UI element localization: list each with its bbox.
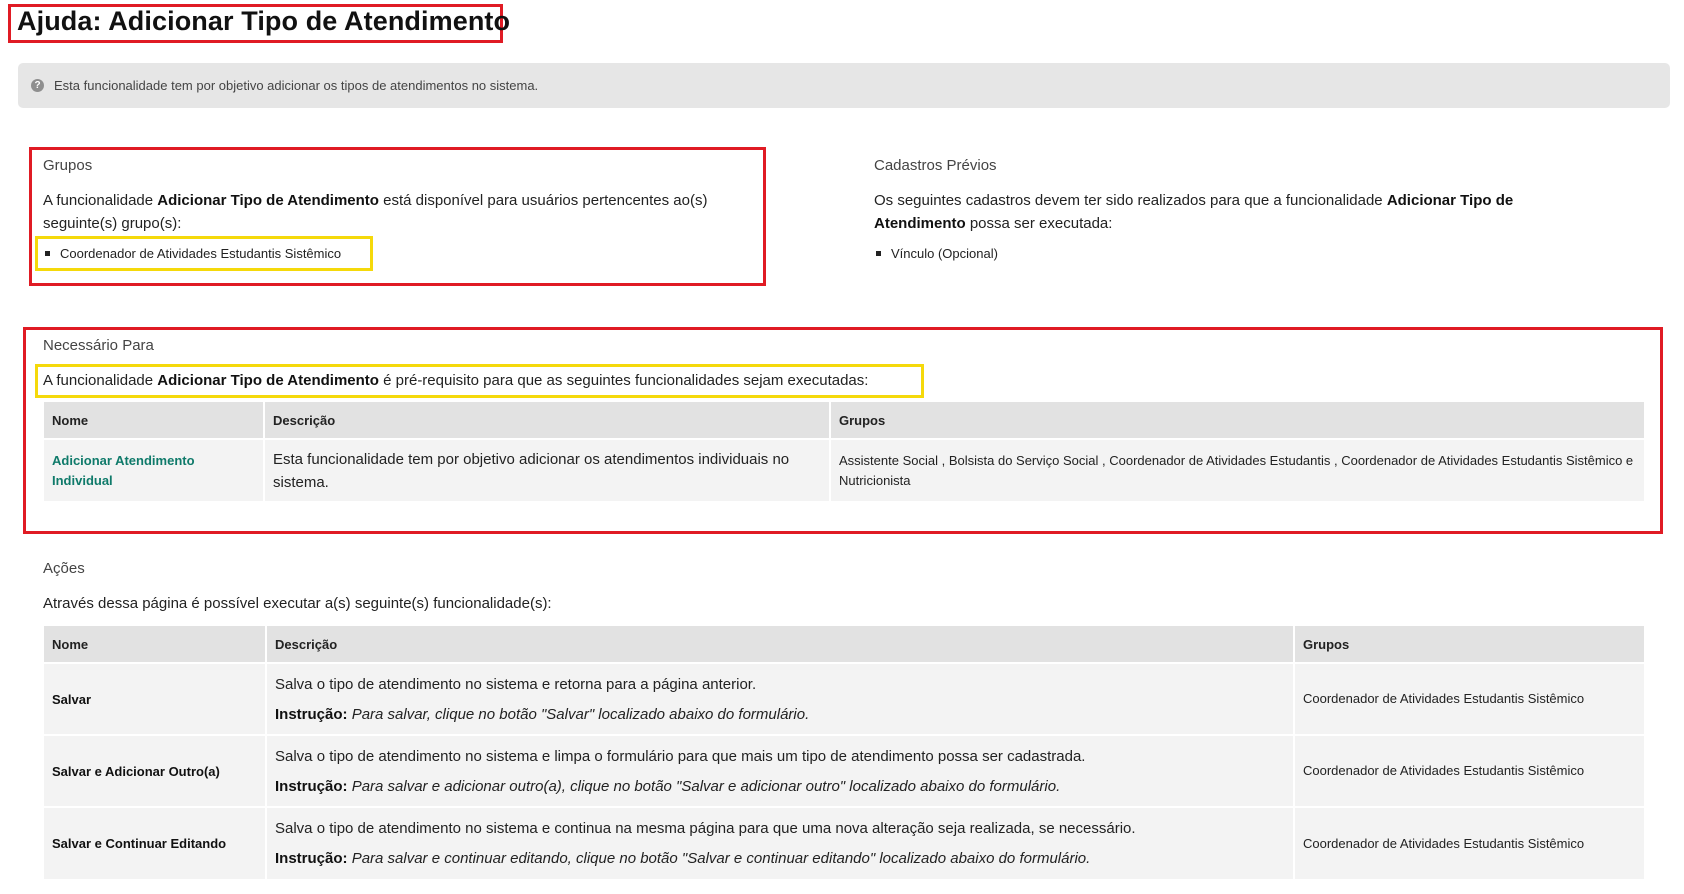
row-groups-cell: Assistente Social , Bolsista do Serviço … — [830, 438, 1644, 501]
cadastros-heading: Cadastros Prévios — [874, 157, 997, 174]
row-description-cell: Salva o tipo de atendimento no sistema e… — [266, 662, 1295, 735]
row-name-cell: Adicionar Atendimento Individual — [44, 438, 265, 501]
acoes-table: Nome Descrição Grupos Salvar Salva o tip… — [44, 626, 1644, 879]
table-header-row: Nome Descrição Grupos — [44, 402, 1644, 439]
necessario-text: A funcionalidade Adicionar Tipo de Atend… — [43, 372, 869, 389]
grupos-heading: Grupos — [43, 157, 93, 174]
cadastro-list-item: Vínculo (Opcional) — [876, 246, 998, 261]
row-description-cell: Salva o tipo de atendimento no sistema e… — [266, 806, 1295, 879]
link-adicionar-atendimento-individual[interactable]: Adicionar Atendimento Individual — [52, 451, 222, 491]
instruction: Instrução: Para salvar, clique no botão … — [275, 705, 810, 723]
action-name-salvar-e-adicionar-outro: Salvar e Adicionar Outro(a) — [44, 734, 267, 807]
question-icon: ? — [31, 79, 44, 92]
necessario-heading: Necessário Para — [43, 337, 154, 354]
instruction: Instrução: Para salvar e adicionar outro… — [275, 777, 1061, 795]
action-name-salvar-e-continuar-editando: Salvar e Continuar Editando — [44, 806, 267, 879]
page-title: Ajuda: Adicionar Tipo de Atendimento — [17, 6, 511, 36]
column-header-nome: Nome — [44, 402, 265, 439]
instruction: Instrução: Para salvar e continuar edita… — [275, 850, 1091, 867]
bullet-icon — [876, 251, 881, 256]
cadastros-text: Os seguintes cadastros devem ter sido re… — [874, 192, 1514, 232]
row-groups-cell: Coordenador de Atividades Estudantis Sis… — [1294, 734, 1644, 807]
row-groups-cell: Coordenador de Atividades Estudantis Sis… — [1294, 806, 1644, 879]
row-description-cell: Esta funcionalidade tem por objetivo adi… — [264, 438, 831, 501]
necessario-table: Nome Descrição Grupos Adicionar Atendime… — [44, 402, 1644, 501]
info-text: Esta funcionalidade tem por objetivo adi… — [54, 78, 539, 93]
column-header-descricao: Descrição — [266, 626, 1295, 663]
row-groups-cell: Coordenador de Atividades Estudantis Sis… — [1294, 662, 1644, 735]
grupo-list-item: Coordenador de Atividades Estudantis Sis… — [45, 246, 341, 261]
table-row: Salvar e Adicionar Outro(a) Salva o tipo… — [44, 734, 1644, 807]
row-description-cell: Salva o tipo de atendimento no sistema e… — [266, 734, 1295, 807]
column-header-nome: Nome — [44, 626, 267, 663]
table-header-row: Nome Descrição Grupos — [44, 626, 1644, 663]
info-banner: ? Esta funcionalidade tem por objetivo a… — [18, 63, 1670, 108]
grupos-text: A funcionalidade Adicionar Tipo de Atend… — [43, 192, 708, 232]
acoes-text: Através dessa página é possível executar… — [43, 595, 552, 612]
bullet-icon — [45, 251, 50, 256]
action-name-salvar: Salvar — [44, 662, 267, 735]
column-header-descricao: Descrição — [264, 402, 831, 439]
column-header-grupos: Grupos — [830, 402, 1644, 439]
table-row: Adicionar Atendimento Individual Esta fu… — [44, 438, 1644, 501]
table-row: Salvar e Continuar Editando Salva o tipo… — [44, 806, 1644, 879]
table-row: Salvar Salva o tipo de atendimento no si… — [44, 662, 1644, 735]
column-header-grupos: Grupos — [1294, 626, 1644, 663]
acoes-heading: Ações — [43, 560, 85, 577]
